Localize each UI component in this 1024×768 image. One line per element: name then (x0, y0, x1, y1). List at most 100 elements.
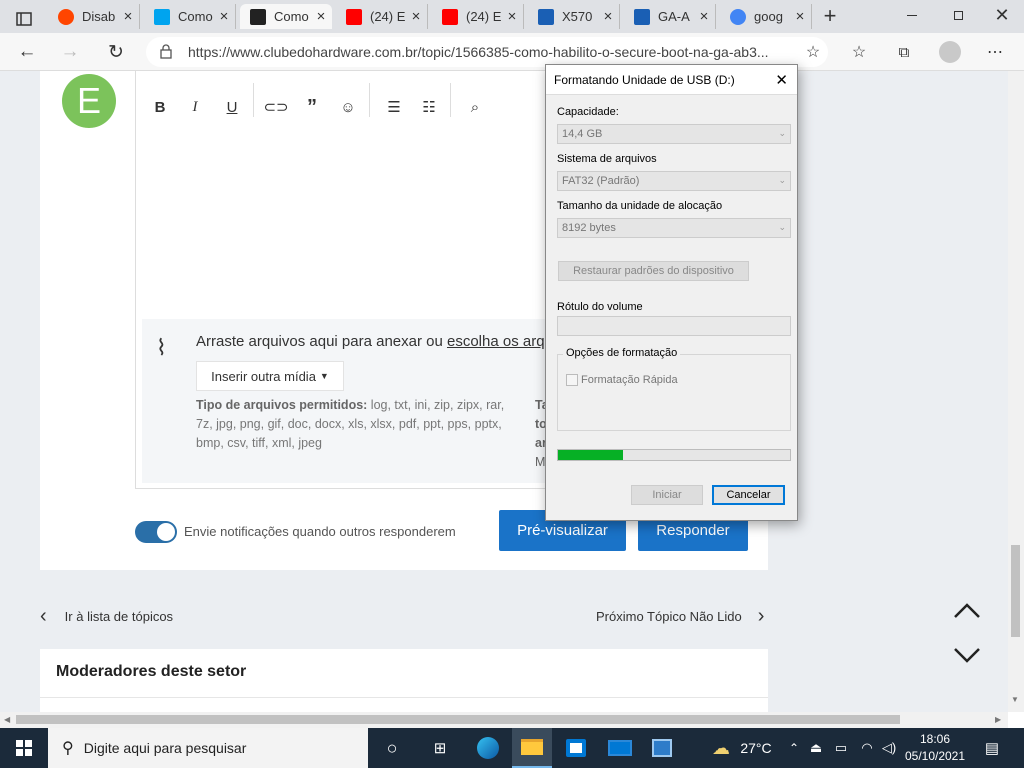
dialog-close-button[interactable]: ✕ (775, 71, 788, 89)
next-unread-link[interactable]: Próximo Tópico Não Lido › (596, 605, 764, 628)
allowed-types: Tipo de arquivos permitidos: log, txt, i… (196, 396, 526, 453)
start-button[interactable]: Iniciar (631, 485, 703, 505)
numbered-list-icon[interactable]: ☷ (419, 97, 439, 117)
browser-tab[interactable]: X570 × (528, 4, 620, 29)
close-window-button[interactable]: ✕ (982, 0, 1022, 30)
refresh-button[interactable]: ↻ (103, 39, 129, 65)
forward-button[interactable]: → (57, 39, 83, 65)
youtube-icon (442, 8, 458, 25)
chevron-up-icon[interactable]: ⌃ (784, 728, 804, 768)
battery-icon[interactable]: ▭ (830, 728, 852, 768)
cancel-button[interactable]: Cancelar (712, 485, 785, 505)
chevron-down-icon (954, 648, 980, 663)
mail-icon[interactable] (598, 728, 642, 768)
new-tab-button[interactable]: + (818, 3, 842, 28)
close-tab-icon[interactable]: × (213, 8, 235, 25)
youtube-icon (346, 8, 362, 25)
search-icon: ⚲ (62, 740, 74, 757)
profile-avatar[interactable] (937, 39, 963, 65)
emoji-icon[interactable]: ☺ (338, 97, 358, 117)
capacity-select[interactable]: 14,4 GB ⌄ (557, 124, 791, 144)
insert-media-button[interactable]: Inserir outra mídia ▼ (196, 361, 344, 391)
weather-icon[interactable]: ☁ (704, 728, 738, 768)
underline-icon[interactable]: U (222, 97, 242, 117)
minimize-button[interactable] (892, 0, 932, 30)
tab-actions-icon (16, 11, 32, 26)
close-tab-icon[interactable]: × (501, 8, 523, 25)
browser-tab[interactable]: Como × (144, 4, 236, 29)
app-icon[interactable] (640, 728, 684, 768)
close-tab-icon[interactable]: × (693, 8, 715, 25)
toggle-knob (157, 523, 175, 541)
browser-tab[interactable]: (24) E × (432, 4, 524, 29)
close-tab-icon[interactable]: × (117, 8, 139, 25)
bullet-list-icon[interactable]: ☰ (384, 97, 404, 117)
scroll-bottom-button[interactable] (952, 643, 982, 667)
back-to-list-link[interactable]: ‹ Ir à lista de tópicos (40, 605, 173, 628)
scroll-top-button[interactable] (952, 599, 982, 623)
link-icon[interactable]: ⊂⊃ (263, 97, 288, 117)
restore-defaults-button[interactable]: Restaurar padrões do dispositivo (558, 261, 749, 281)
add-favorite-icon[interactable]: ☆ (800, 39, 826, 65)
browser-tab[interactable]: Disab × (48, 4, 140, 29)
vertical-scroll-thumb[interactable] (1011, 545, 1020, 637)
edge-icon[interactable] (466, 728, 510, 768)
allocation-label: Tamanho da unidade de alocação (557, 200, 723, 212)
dialog-title: Formatando Unidade de USB (D:) (554, 72, 735, 87)
start-button[interactable] (0, 728, 48, 768)
bold-icon[interactable]: B (150, 97, 170, 117)
allocation-select[interactable]: 8192 bytes ⌄ (557, 218, 791, 238)
choose-files-link[interactable]: escolha os arq (447, 333, 545, 350)
chevron-right-icon: › (757, 605, 765, 627)
close-tab-icon[interactable]: × (597, 8, 619, 25)
weather-temp[interactable]: 27°C (738, 728, 774, 768)
tab-actions-button[interactable] (8, 6, 40, 31)
taskbar-search[interactable]: ⚲ Digite aqui para pesquisar (48, 728, 368, 768)
dialog-titlebar: Formatando Unidade de USB (D:) ✕ (546, 65, 797, 95)
gigabyte-icon (538, 8, 554, 25)
horizontal-scrollbar[interactable]: ◀ ▶ (0, 712, 1008, 728)
collections-icon[interactable]: ⧉ (891, 39, 917, 65)
browser-tab[interactable]: (24) E × (336, 4, 428, 29)
volume-icon[interactable]: ◁) (878, 728, 900, 768)
volume-label-input[interactable] (557, 316, 791, 336)
horizontal-scroll-thumb[interactable] (16, 715, 900, 724)
cortana-icon[interactable]: ○ (370, 728, 414, 768)
store-icon[interactable] (554, 728, 598, 768)
network-icon[interactable]: ◠ (856, 728, 878, 768)
close-tab-icon[interactable]: × (310, 8, 332, 25)
browser-tab[interactable]: goog × (720, 4, 812, 29)
volume-label-label: Rótulo do volume (557, 301, 643, 313)
moderators-title: Moderadores deste setor (56, 663, 247, 680)
usb-device-icon[interactable]: ⏏ (806, 728, 826, 768)
google-icon (730, 8, 746, 25)
notify-toggle[interactable] (135, 521, 177, 543)
task-view-icon[interactable]: ⊞ (418, 728, 462, 768)
close-tab-icon[interactable]: × (789, 8, 811, 25)
browser-tab[interactable]: Como × (240, 4, 332, 29)
file-explorer-icon[interactable] (512, 728, 552, 768)
toolbar-divider (253, 83, 254, 117)
quote-icon[interactable]: ” (302, 96, 322, 118)
drop-text: Arraste arquivos aqui para anexar ou (196, 333, 447, 350)
preview-icon[interactable]: ⌕ (465, 97, 485, 117)
url-field[interactable]: https://www.clubedohardware.com.br/topic… (146, 37, 828, 67)
clock[interactable]: 18:06 05/10/2021 (900, 731, 970, 765)
back-button[interactable]: ← (14, 39, 40, 65)
quick-format-checkbox[interactable]: Formatação Rápida (566, 374, 678, 386)
settings-menu-icon[interactable]: ⋯ (982, 39, 1008, 65)
scroll-down-arrow-icon[interactable]: ▼ (1011, 695, 1019, 704)
browser-tab[interactable]: GA-A × (624, 4, 716, 29)
close-tab-icon[interactable]: × (405, 8, 427, 25)
italic-icon[interactable]: I (185, 97, 205, 117)
caret-down-icon: ▼ (319, 371, 329, 381)
types-line-1: log, txt, ini, zip, zipx, rar, (367, 398, 505, 412)
favorites-icon[interactable]: ☆ (846, 39, 872, 65)
restore-button[interactable] (938, 0, 978, 30)
scroll-right-arrow-icon[interactable]: ▶ (995, 715, 1001, 724)
vertical-scrollbar[interactable]: ▼ (1008, 71, 1024, 712)
filesystem-select[interactable]: FAT32 (Padrão) ⌄ (557, 171, 791, 191)
notifications-icon[interactable]: ▤ (976, 728, 1008, 768)
scroll-left-arrow-icon[interactable]: ◀ (4, 715, 10, 724)
avatar-letter: E (76, 80, 101, 121)
